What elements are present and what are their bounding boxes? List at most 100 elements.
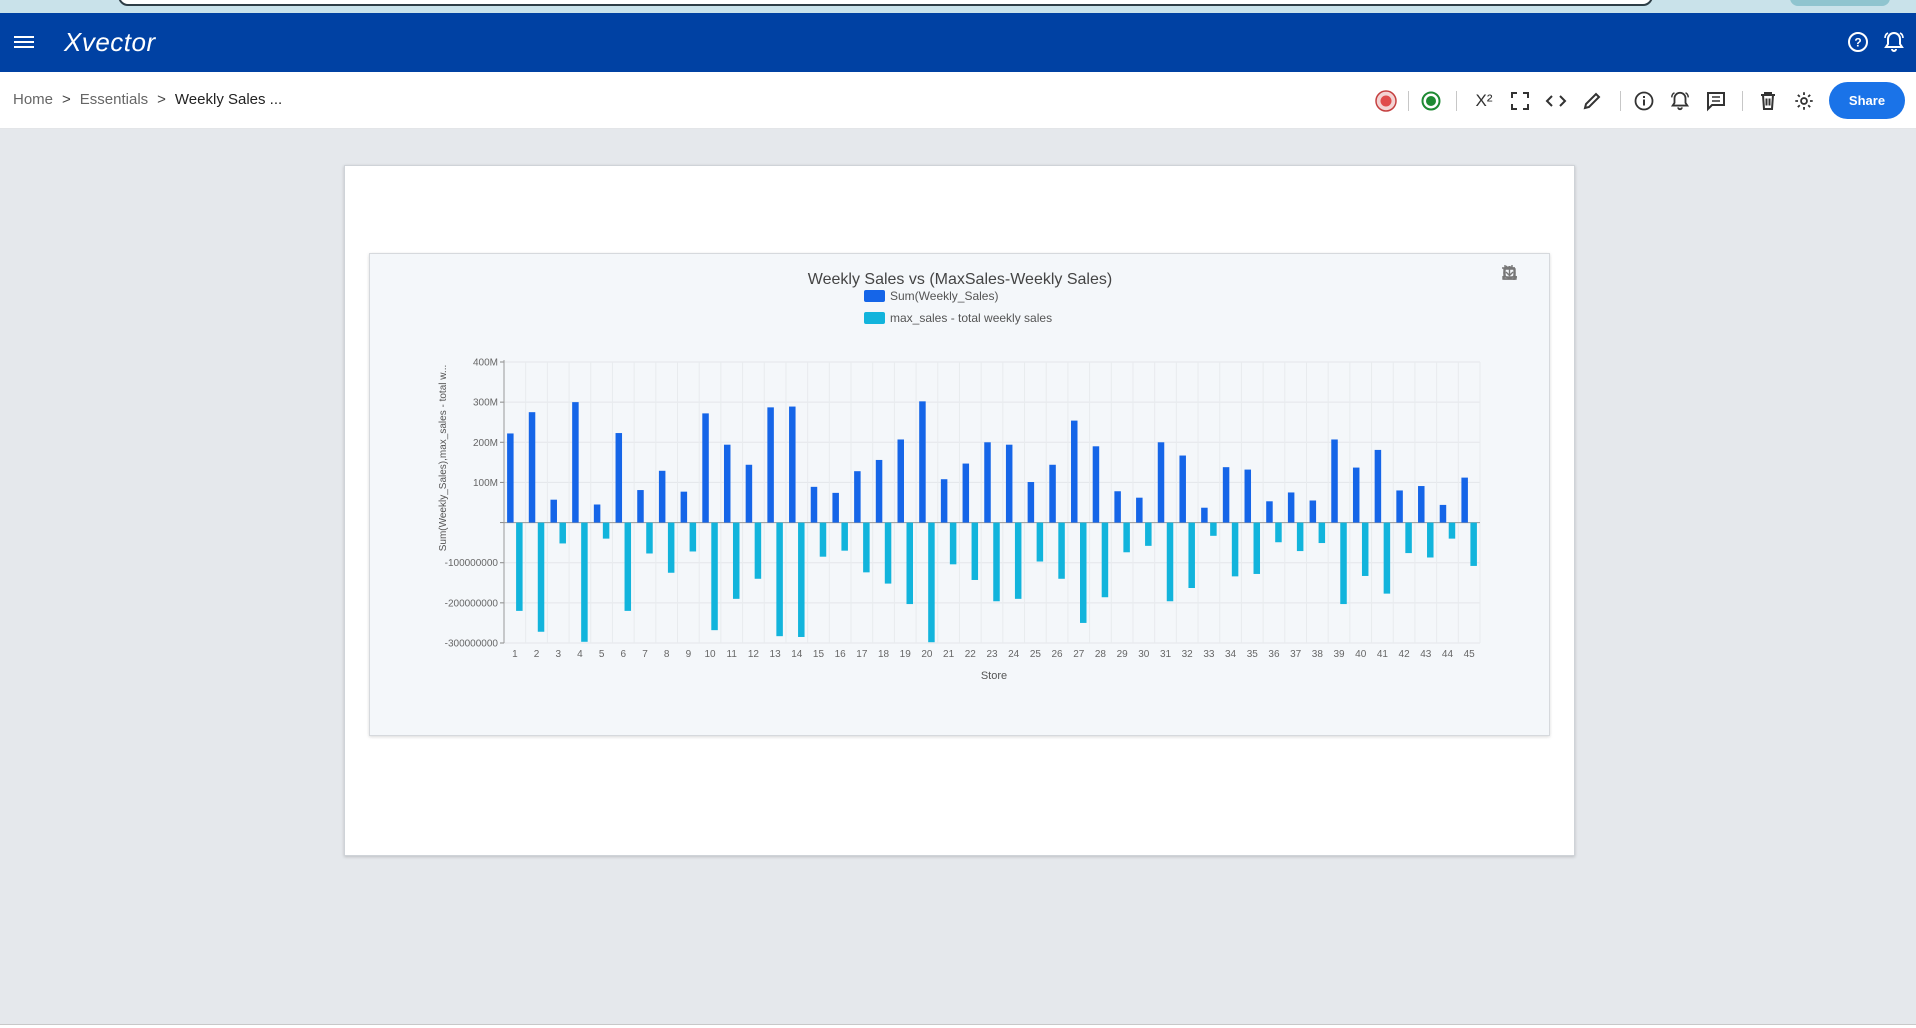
help-icon[interactable]: ? — [1846, 30, 1870, 54]
bar-store-33-series-2[interactable] — [1210, 522, 1217, 536]
bar-store-15-series-1[interactable] — [810, 486, 818, 523]
bar-store-45-series-1[interactable] — [1461, 477, 1468, 523]
bar-store-19-series-1[interactable] — [897, 439, 904, 523]
bar-store-22-series-1[interactable] — [962, 463, 970, 523]
browser-address-bar[interactable] — [118, 0, 1653, 6]
download-icon[interactable] — [1501, 264, 1518, 281]
bar-store-15-series-2[interactable] — [819, 522, 827, 557]
bar-store-36-series-2[interactable] — [1275, 522, 1282, 543]
bar-store-36-series-1[interactable] — [1266, 501, 1273, 523]
bar-store-27-series-1[interactable] — [1071, 420, 1078, 523]
bar-store-34-series-1[interactable] — [1222, 467, 1230, 523]
fullscreen-icon[interactable] — [1507, 88, 1533, 114]
bar-store-23-series-2[interactable] — [993, 522, 1000, 602]
bar-store-27-series-2[interactable] — [1080, 522, 1087, 623]
status-live-icon[interactable] — [1418, 88, 1444, 114]
bar-store-32-series-1[interactable] — [1179, 455, 1186, 523]
bar-store-28-series-2[interactable] — [1101, 522, 1109, 598]
delete-icon[interactable] — [1755, 88, 1781, 114]
bar-store-25-series-2[interactable] — [1036, 522, 1044, 562]
bar-store-16-series-1[interactable] — [832, 492, 839, 523]
app-logo[interactable]: Xvector — [64, 27, 156, 58]
bar-store-29-series-1[interactable] — [1114, 491, 1121, 523]
bar-store-42-series-2[interactable] — [1405, 522, 1412, 554]
legend-label-series-2[interactable]: max_sales - total weekly sales — [890, 311, 1052, 325]
bar-store-17-series-1[interactable] — [854, 471, 861, 523]
bar-store-45-series-2[interactable] — [1470, 522, 1477, 566]
bar-store-24-series-1[interactable] — [1005, 444, 1013, 523]
bar-store-40-series-1[interactable] — [1352, 467, 1360, 523]
bar-store-37-series-1[interactable] — [1287, 492, 1295, 523]
alert-bell-icon[interactable] — [1667, 88, 1693, 114]
bar-store-21-series-2[interactable] — [949, 522, 957, 565]
bar-store-35-series-1[interactable] — [1244, 469, 1252, 523]
bar-store-38-series-1[interactable] — [1309, 500, 1317, 523]
bar-store-26-series-2[interactable] — [1058, 522, 1065, 579]
bar-store-17-series-2[interactable] — [863, 522, 870, 573]
bar-store-8-series-2[interactable] — [667, 522, 675, 573]
bar-store-40-series-2[interactable] — [1361, 522, 1369, 576]
bar-store-8-series-1[interactable] — [658, 470, 666, 523]
bar-store-37-series-2[interactable] — [1296, 522, 1304, 552]
bar-store-9-series-2[interactable] — [689, 522, 697, 552]
bar-store-1-series-1[interactable] — [507, 433, 514, 523]
bar-store-2-series-2[interactable] — [537, 522, 545, 632]
bar-store-18-series-2[interactable] — [884, 522, 892, 584]
bar-store-43-series-1[interactable] — [1418, 486, 1425, 523]
bar-store-4-series-1[interactable] — [572, 402, 579, 523]
settings-icon[interactable] — [1791, 88, 1817, 114]
bar-store-34-series-2[interactable] — [1231, 522, 1239, 577]
comment-icon[interactable] — [1703, 88, 1729, 114]
bar-store-7-series-1[interactable] — [637, 490, 644, 523]
bar-store-10-series-2[interactable] — [711, 522, 718, 631]
bar-store-41-series-2[interactable] — [1383, 522, 1391, 594]
bar-store-39-series-2[interactable] — [1340, 522, 1347, 605]
superscript-icon[interactable]: X² — [1471, 88, 1497, 114]
bar-store-41-series-1[interactable] — [1374, 449, 1382, 523]
info-icon[interactable] — [1631, 88, 1657, 114]
bar-store-2-series-1[interactable] — [528, 412, 536, 523]
bar-store-42-series-1[interactable] — [1396, 490, 1403, 523]
bar-store-18-series-1[interactable] — [875, 459, 883, 523]
bar-store-5-series-2[interactable] — [602, 522, 610, 539]
browser-extension-button[interactable] — [1790, 0, 1890, 6]
bar-store-33-series-1[interactable] — [1201, 507, 1208, 523]
bar-store-4-series-2[interactable] — [581, 522, 588, 642]
bar-store-35-series-2[interactable] — [1253, 522, 1261, 574]
bar-store-11-series-1[interactable] — [723, 444, 731, 523]
bar-store-44-series-1[interactable] — [1439, 504, 1447, 523]
bar-store-13-series-1[interactable] — [767, 407, 774, 523]
bar-store-22-series-2[interactable] — [971, 522, 979, 580]
bar-store-20-series-1[interactable] — [919, 401, 926, 523]
legend-label-series-1[interactable]: Sum(Weekly_Sales) — [890, 289, 998, 303]
bar-store-3-series-2[interactable] — [559, 522, 566, 544]
legend-swatch-series-2[interactable] — [864, 312, 885, 324]
breadcrumb-home[interactable]: Home — [13, 91, 53, 108]
bar-store-26-series-1[interactable] — [1049, 464, 1056, 523]
bar-store-9-series-1[interactable] — [680, 491, 688, 523]
bar-store-21-series-1[interactable] — [940, 479, 948, 523]
bar-store-20-series-2[interactable] — [928, 522, 935, 643]
bar-store-24-series-2[interactable] — [1014, 522, 1022, 599]
bar-store-43-series-2[interactable] — [1427, 522, 1434, 558]
bar-store-31-series-1[interactable] — [1157, 442, 1165, 523]
bar-store-25-series-1[interactable] — [1027, 482, 1035, 523]
bar-store-29-series-2[interactable] — [1123, 522, 1130, 553]
edit-icon[interactable] — [1579, 88, 1605, 114]
bar-store-32-series-2[interactable] — [1188, 522, 1195, 589]
bar-store-30-series-2[interactable] — [1145, 522, 1152, 546]
bar-store-14-series-2[interactable] — [798, 522, 805, 637]
bar-store-44-series-2[interactable] — [1448, 522, 1456, 539]
breadcrumb-essentials[interactable]: Essentials — [80, 91, 148, 108]
bar-store-19-series-2[interactable] — [906, 522, 913, 605]
bar-store-10-series-1[interactable] — [702, 413, 709, 523]
bar-store-30-series-1[interactable] — [1136, 497, 1143, 523]
share-button[interactable]: Share — [1829, 82, 1905, 119]
bar-store-23-series-1[interactable] — [984, 442, 991, 523]
bar-store-7-series-2[interactable] — [646, 522, 653, 554]
bar-store-11-series-2[interactable] — [732, 522, 740, 599]
bar-store-38-series-2[interactable] — [1318, 522, 1326, 544]
bar-store-31-series-2[interactable] — [1166, 522, 1174, 602]
bar-store-6-series-2[interactable] — [624, 522, 632, 611]
record-badge-icon[interactable] — [1373, 88, 1399, 114]
